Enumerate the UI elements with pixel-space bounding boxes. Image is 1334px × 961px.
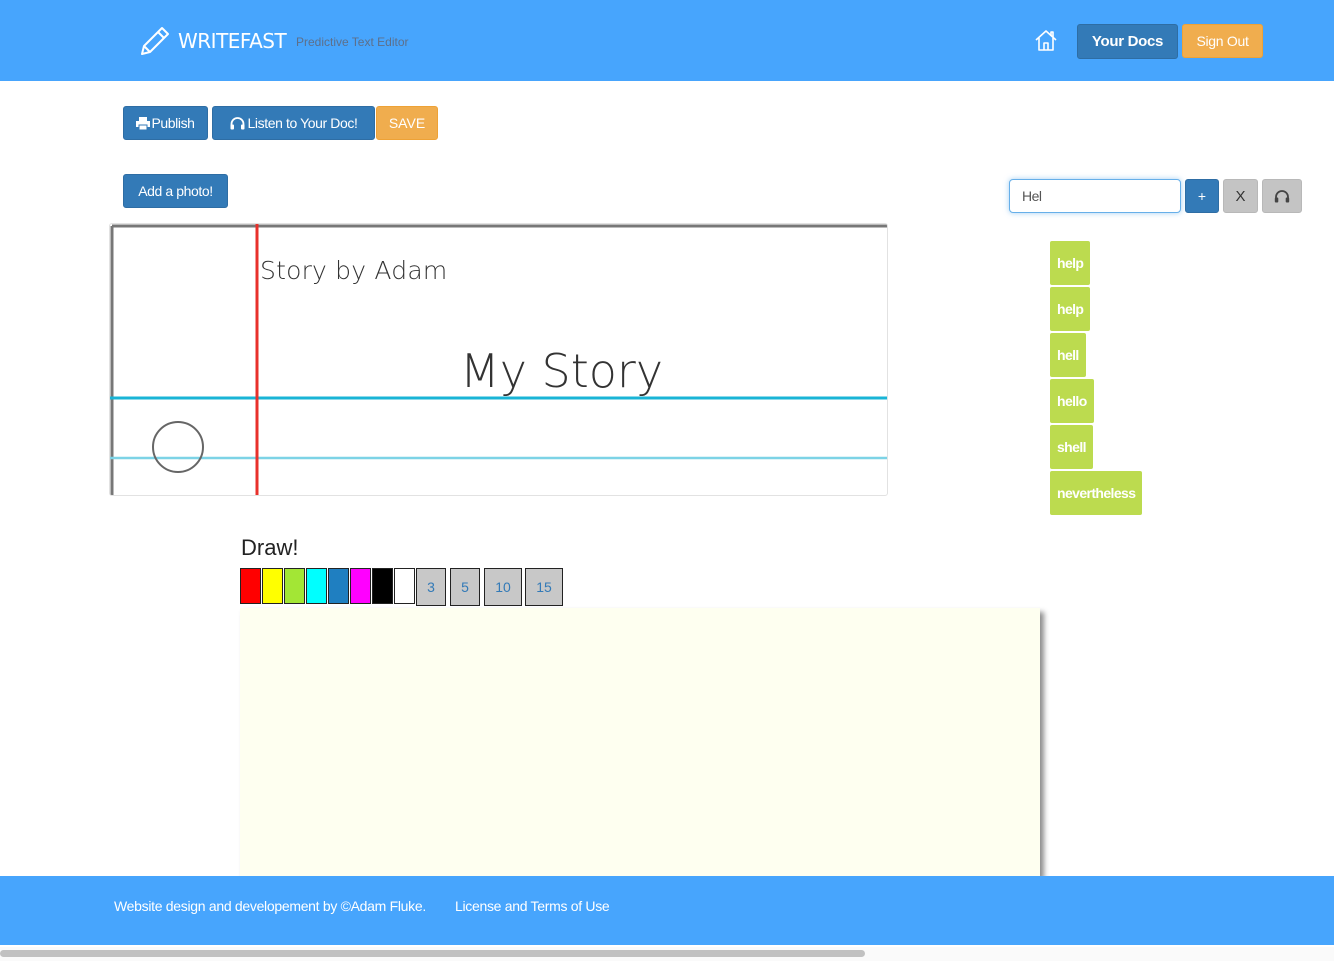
color-swatch-cyan[interactable] bbox=[306, 568, 327, 604]
add-photo-button[interactable]: Add a photo! bbox=[123, 174, 228, 208]
color-swatch-red[interactable] bbox=[240, 568, 261, 604]
color-swatch-blue[interactable] bbox=[328, 568, 349, 604]
clear-word-button[interactable]: X bbox=[1223, 179, 1258, 213]
footer-credit: Website design and developement by ©Adam… bbox=[114, 898, 426, 914]
suggestion-word[interactable]: hello bbox=[1050, 379, 1094, 423]
footer: Website design and developement by ©Adam… bbox=[0, 876, 1334, 945]
color-swatch-black[interactable] bbox=[372, 568, 393, 604]
brush-size-3[interactable]: 3 bbox=[416, 568, 446, 606]
suggestion-word[interactable]: hell bbox=[1050, 333, 1086, 377]
headphones-icon bbox=[1274, 190, 1290, 203]
home-icon[interactable] bbox=[1034, 28, 1058, 52]
listen-word-button[interactable] bbox=[1262, 179, 1302, 213]
color-swatch-lime[interactable] bbox=[284, 568, 305, 604]
brush-size-5[interactable]: 5 bbox=[450, 568, 480, 606]
author-line[interactable]: Story by Adam bbox=[260, 256, 447, 285]
listen-label: Listen to Your Doc! bbox=[247, 115, 358, 131]
drawing-canvas[interactable] bbox=[240, 608, 1040, 876]
license-link[interactable]: License and Terms of Use bbox=[455, 898, 610, 914]
add-word-button[interactable]: + bbox=[1185, 179, 1219, 213]
brand-name[interactable]: WRITEFAST bbox=[178, 29, 287, 53]
document-page[interactable]: Story by Adam My Story bbox=[109, 223, 888, 496]
suggestion-word[interactable]: help bbox=[1050, 241, 1091, 285]
color-swatch-magenta[interactable] bbox=[350, 568, 371, 604]
word-input[interactable] bbox=[1009, 179, 1181, 213]
brush-size-15[interactable]: 15 bbox=[525, 568, 563, 606]
brand-tagline: Predictive Text Editor bbox=[296, 35, 409, 49]
horizontal-scrollbar-thumb[interactable] bbox=[0, 950, 865, 957]
suggestion-word[interactable]: shell bbox=[1050, 425, 1093, 469]
sign-out-button[interactable]: Sign Out bbox=[1182, 24, 1263, 58]
document-title[interactable]: My Story bbox=[460, 344, 663, 398]
publish-button[interactable]: Publish bbox=[123, 106, 208, 140]
pencil-icon bbox=[141, 27, 169, 55]
printer-icon bbox=[136, 116, 151, 130]
listen-to-doc-button[interactable]: Listen to Your Doc! bbox=[212, 106, 375, 140]
color-swatch-white[interactable] bbox=[394, 568, 415, 604]
suggestion-word[interactable]: nevertheless bbox=[1050, 471, 1143, 515]
suggestion-word[interactable]: help bbox=[1050, 287, 1091, 331]
top-navbar: WRITEFAST Predictive Text Editor Your Do… bbox=[0, 0, 1334, 81]
color-swatch-yellow[interactable] bbox=[262, 568, 283, 604]
your-docs-button[interactable]: Your Docs bbox=[1077, 24, 1178, 59]
headphones-icon bbox=[230, 116, 245, 129]
save-button[interactable]: SAVE bbox=[376, 106, 438, 140]
draw-heading: Draw! bbox=[241, 535, 299, 560]
brush-size-10[interactable]: 10 bbox=[484, 568, 522, 606]
publish-label: Publish bbox=[151, 115, 195, 131]
